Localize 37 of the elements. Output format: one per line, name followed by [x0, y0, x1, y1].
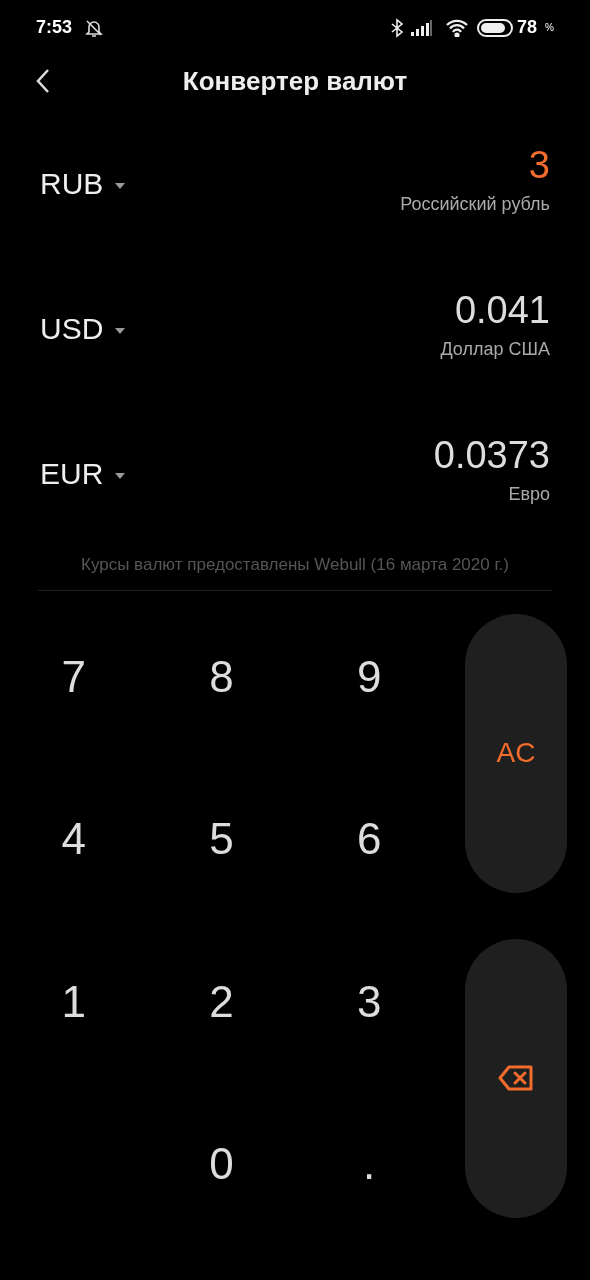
status-time: 7:53 [36, 16, 73, 39]
dropdown-caret-icon [115, 472, 126, 479]
keypad-key[interactable]: 4 [23, 806, 124, 872]
keypad-key[interactable]: . [319, 1131, 420, 1197]
keypad-key[interactable]: 6 [319, 806, 420, 872]
bluetooth-icon [391, 17, 404, 38]
battery-unit: % [545, 21, 554, 35]
page-title: Конвертер валют [182, 64, 408, 98]
currency-amount[interactable]: 0.0373 [433, 431, 550, 479]
back-icon [34, 67, 52, 95]
keypad-key[interactable]: 1 [23, 968, 124, 1035]
currency-selector[interactable]: EUR [40, 451, 126, 496]
keypad-key[interactable]: 8 [171, 643, 272, 710]
currency-selector[interactable]: RUB [40, 161, 126, 206]
muted-bell-icon [84, 17, 105, 38]
keypad-key[interactable]: 0 [171, 1131, 272, 1197]
currency-selector[interactable]: USD [40, 306, 126, 351]
battery-icon [477, 18, 514, 37]
signal-icon [411, 19, 434, 36]
keypad-key[interactable]: 3 [319, 968, 420, 1035]
keypad-key[interactable]: 9 [319, 643, 420, 710]
keypad-key[interactable]: 2 [171, 968, 272, 1035]
currency-name: Доллар США [440, 338, 550, 361]
keypad-key[interactable]: 5 [171, 806, 272, 872]
backspace-icon [498, 1065, 534, 1091]
currency-name: Евро [508, 483, 550, 506]
rates-source-note: Курсы валют предоставлены Webull (16 марта 2020 г.) [80, 554, 510, 576]
currency-amount[interactable]: 0.041 [454, 286, 550, 334]
clear-button[interactable]: AC [465, 613, 567, 893]
currency-name: Российский рубль [400, 193, 550, 216]
currency-amount[interactable]: 3 [528, 141, 550, 189]
battery-level: 78 [517, 16, 538, 39]
dropdown-caret-icon [115, 327, 126, 334]
back-button[interactable] [34, 67, 52, 95]
wifi-icon [445, 18, 470, 37]
dropdown-caret-icon [115, 182, 126, 189]
keypad-key[interactable]: 7 [23, 643, 124, 710]
